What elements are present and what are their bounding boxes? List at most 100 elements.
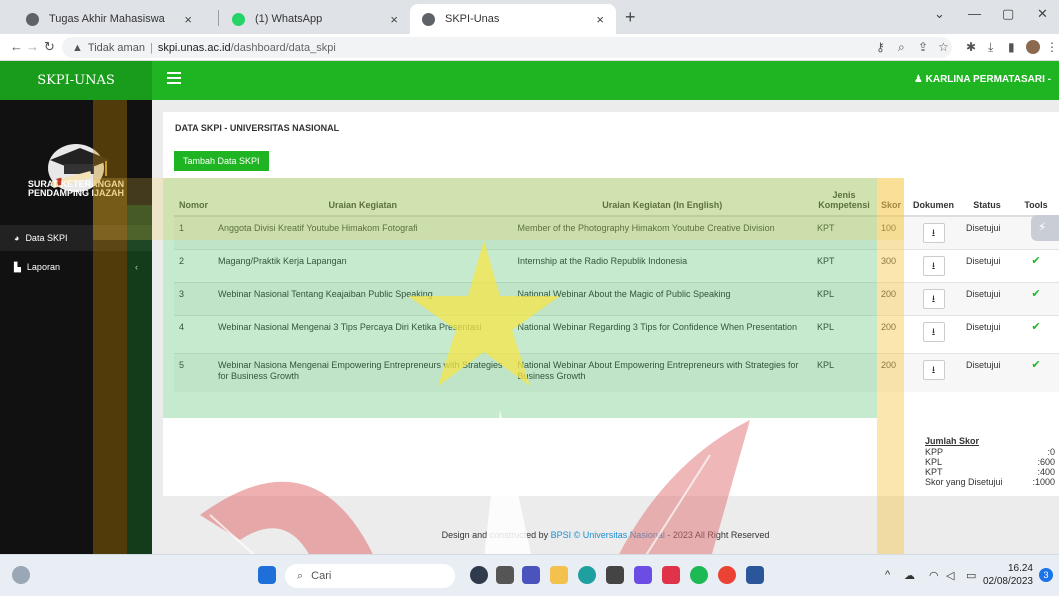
floating-widget[interactable]: ⚡ [1031, 215, 1059, 241]
edge-icon[interactable] [578, 566, 596, 584]
task-view-icon[interactable] [496, 566, 514, 584]
sidebar: SURAT KETERANGAN PENDAMPING IJAZAH ◕ Dat… [0, 100, 152, 554]
notification-badge[interactable]: 3 [1039, 568, 1053, 582]
user-name: KARLINA PERMATASARI - [925, 74, 1051, 85]
cell-tools: ✔ [1012, 315, 1059, 354]
cell-uraian: Webinar Nasional Mengenai 3 Tips Percaya… [213, 315, 513, 354]
dashboard-icon: ◕ [14, 233, 20, 243]
menu-kebab-icon[interactable]: ⋮ [1046, 40, 1058, 54]
cell-uraian-en: Internship at the Radio Republik Indones… [512, 249, 813, 283]
chevron-left-icon[interactable]: ‹ [135, 262, 138, 272]
cell-jenis: KPT [812, 249, 876, 283]
reload-icon[interactable]: ↻ [44, 39, 55, 55]
user-icon: ♟ [913, 74, 923, 85]
sidebar-item-data-skpi[interactable]: ◕ Data SKPI [0, 225, 152, 251]
download-document-button[interactable]: ⭳ [922, 289, 945, 309]
tab-tugas-akhir[interactable]: Tugas Akhir Mahasiswa × [14, 4, 204, 34]
page-footer: Design and constructed by BPSI © Univers… [152, 530, 1059, 540]
battery-icon[interactable]: ▭ [966, 569, 976, 582]
spotify-icon[interactable] [690, 566, 708, 584]
file-explorer-icon[interactable] [550, 566, 568, 584]
hamburger-menu-icon[interactable] [167, 72, 181, 84]
download-document-button[interactable]: ⭳ [922, 360, 945, 380]
cell-uraian: Webinar Nasiona Mengenai Empowering Entr… [213, 353, 513, 392]
score-summary: Jumlah Skor KPP:0 KPL:600 KPT:400 Skor y… [925, 436, 1055, 487]
close-tab-icon[interactable]: × [390, 12, 398, 27]
volume-icon[interactable]: ◁ [946, 569, 954, 582]
close-tab-icon[interactable]: × [184, 12, 192, 27]
url-path: /dashboard/data_skpi [230, 41, 336, 54]
share-icon[interactable]: ⇪ [918, 40, 928, 54]
download-document-button[interactable]: ⭳ [922, 256, 945, 276]
cell-nomor: 2 [174, 249, 213, 283]
copilot-icon[interactable] [470, 566, 488, 584]
onedrive-icon[interactable]: ☁ [904, 569, 915, 582]
download-document-button[interactable]: ⭳ [922, 322, 945, 342]
tab-divider [218, 10, 219, 26]
tab-skpi-unas[interactable]: SKPI-Unas × [410, 4, 616, 34]
address-bar: ← → ↻ ▲ Tidak aman | skpi.unas.ac.id /da… [0, 34, 1059, 61]
url-field[interactable]: ▲ Tidak aman | skpi.unas.ac.id /dashboar… [62, 37, 952, 58]
app-icon[interactable] [634, 566, 652, 584]
close-window-icon[interactable]: ✕ [1037, 6, 1048, 22]
tab-search-icon[interactable]: ⌄ [934, 6, 945, 22]
wifi-icon[interactable]: ◠ [929, 569, 939, 582]
bookmark-star-icon[interactable]: ☆ [938, 40, 949, 54]
user-menu[interactable]: ♟ KARLINA PERMATASARI - [914, 74, 1051, 85]
cell-uraian-en: Member of the Photography Himakom Youtub… [512, 215, 813, 250]
taskbar-search-input[interactable]: ⌕ Cari [285, 564, 455, 588]
windows-start-icon[interactable] [258, 566, 276, 584]
store-icon[interactable] [606, 566, 624, 584]
app-header: SKPI-UNAS ♟ KARLINA PERMATASARI - [0, 61, 1059, 100]
zoom-icon[interactable]: ⌕ [898, 40, 905, 55]
cell-dokumen: ⭳ [906, 353, 961, 392]
approve-check-icon[interactable]: ✔ [1031, 321, 1040, 333]
close-tab-icon[interactable]: × [596, 12, 604, 27]
cell-jenis: KPL [812, 282, 876, 316]
main-content: DATA SKPI - UNIVERSITAS NASIONAL Tambah … [152, 100, 1059, 554]
search-placeholder: Cari [311, 570, 332, 582]
approve-check-icon[interactable]: ✔ [1031, 288, 1040, 300]
cell-uraian: Magang/Praktik Kerja Lapangan [213, 249, 513, 283]
tab-whatsapp[interactable]: (1) WhatsApp × [220, 4, 410, 34]
chrome-icon[interactable] [718, 566, 736, 584]
url-host: skpi.unas.ac.id [157, 41, 231, 54]
minimize-icon[interactable]: — [968, 6, 981, 21]
sidebar-item-laporan[interactable]: ▙ Laporan ‹ [0, 254, 152, 280]
cell-uraian: Webinar Nasional Tentang Keajaiban Publi… [213, 282, 513, 316]
word-icon[interactable] [746, 566, 764, 584]
cell-skor: 300 [876, 249, 907, 283]
footer-link[interactable]: BPSI © Universitas Nasional [551, 530, 665, 540]
clock-time: 16.24 [1007, 563, 1033, 574]
footer-text: Design and constructed by [441, 530, 551, 540]
new-tab-button[interactable]: + [625, 7, 636, 28]
summary-label: Skor yang Disetujui [925, 477, 1003, 487]
cell-uraian-en: National Webinar Regarding 3 Tips for Co… [512, 315, 813, 354]
extensions-icon[interactable]: ✱ [966, 40, 976, 54]
approve-check-icon[interactable]: ✔ [1031, 359, 1040, 371]
side-panel-icon[interactable]: ▮ [1008, 40, 1015, 54]
summary-value: :600 [1037, 457, 1055, 467]
add-skpi-button[interactable]: Tambah Data SKPI [174, 151, 269, 171]
download-document-button[interactable]: ⭳ [922, 223, 945, 243]
brand-logo[interactable]: SKPI-UNAS [0, 61, 152, 100]
weather-icon[interactable] [12, 566, 30, 584]
cell-tools: ✔ [1012, 282, 1059, 316]
warning-triangle-icon[interactable]: ▲ [72, 42, 83, 54]
app-icon[interactable] [662, 566, 680, 584]
cell-status: Disetujui [961, 353, 1013, 392]
summary-title: Jumlah Skor [925, 436, 980, 446]
back-arrow-icon[interactable]: ← [10, 39, 23, 54]
taskbar-clock[interactable]: 16.24 02/08/2023 [983, 562, 1033, 588]
download-icon[interactable]: ⤓ [988, 40, 993, 55]
forward-arrow-icon[interactable]: → [26, 39, 39, 54]
maximize-icon[interactable]: ▢ [1002, 6, 1014, 22]
key-icon[interactable]: ⚷ [876, 40, 885, 54]
cell-status: Disetujui [961, 315, 1013, 354]
chat-icon[interactable] [522, 566, 540, 584]
cell-jenis: KPL [812, 315, 876, 354]
profile-avatar[interactable] [1026, 40, 1040, 54]
cell-skor: 200 [876, 282, 907, 316]
chevron-up-icon[interactable]: ^ [885, 569, 890, 581]
approve-check-icon[interactable]: ✔ [1031, 255, 1040, 267]
